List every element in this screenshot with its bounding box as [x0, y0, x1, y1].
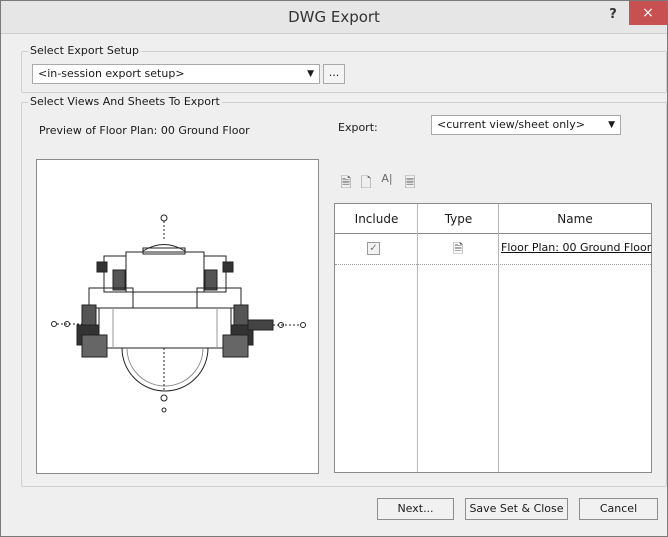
chevron-down-icon: ▼ [608, 120, 615, 130]
floor-plan-preview [36, 159, 319, 474]
browse-setup-button[interactable]: ... [323, 64, 345, 84]
check-none-icon[interactable]: 🗋 [357, 172, 375, 192]
export-setup-dropdown[interactable]: <in-session export setup> ▼ [32, 64, 320, 84]
include-checkbox[interactable]: ✓ [367, 242, 380, 255]
help-button[interactable]: ? [605, 7, 621, 22]
check-all-icon[interactable]: 🗎 [337, 172, 355, 192]
column-header-include[interactable]: Include [335, 204, 418, 234]
export-scope-dropdown[interactable]: <current view/sheet only> ▼ [431, 115, 621, 135]
view-name-link[interactable]: Floor Plan: 00 Ground Floor [501, 241, 651, 254]
title-bar: DWG Export ? × [1, 1, 667, 34]
column-divider [417, 204, 418, 472]
chevron-down-icon: ▼ [307, 69, 314, 79]
column-header-type[interactable]: Type [418, 204, 499, 234]
export-setup-value: <in-session export setup> [38, 67, 185, 80]
preview-label: Preview of Floor Plan: 00 Ground Floor [39, 124, 250, 137]
close-button[interactable]: × [629, 1, 667, 25]
export-label: Export: [338, 121, 378, 134]
column-divider [498, 204, 499, 472]
views-table: Include Type Name ✓ 🗎 Floor Plan: 00 Gro… [334, 203, 652, 473]
floor-plan-view-icon: 🗎 [453, 242, 464, 257]
row-separator [335, 264, 651, 265]
uncheck-icon[interactable]: 🗏 [401, 172, 419, 192]
column-header-name[interactable]: Name [499, 204, 651, 234]
export-scope-value: <current view/sheet only> [437, 118, 585, 131]
dwg-export-dialog: DWG Export ? × Select Export Setup <in-s… [0, 0, 668, 537]
floor-plan-drawing [51, 214, 306, 413]
views-group-label: Select Views And Sheets To Export [28, 95, 222, 108]
cancel-button[interactable]: Cancel [579, 498, 658, 520]
save-set-close-button[interactable]: Save Set & Close [465, 498, 568, 520]
next-button[interactable]: Next... [377, 498, 454, 520]
dialog-title: DWG Export [288, 8, 380, 26]
rename-icon[interactable]: A| [378, 172, 396, 192]
export-setup-group-label: Select Export Setup [28, 44, 141, 57]
